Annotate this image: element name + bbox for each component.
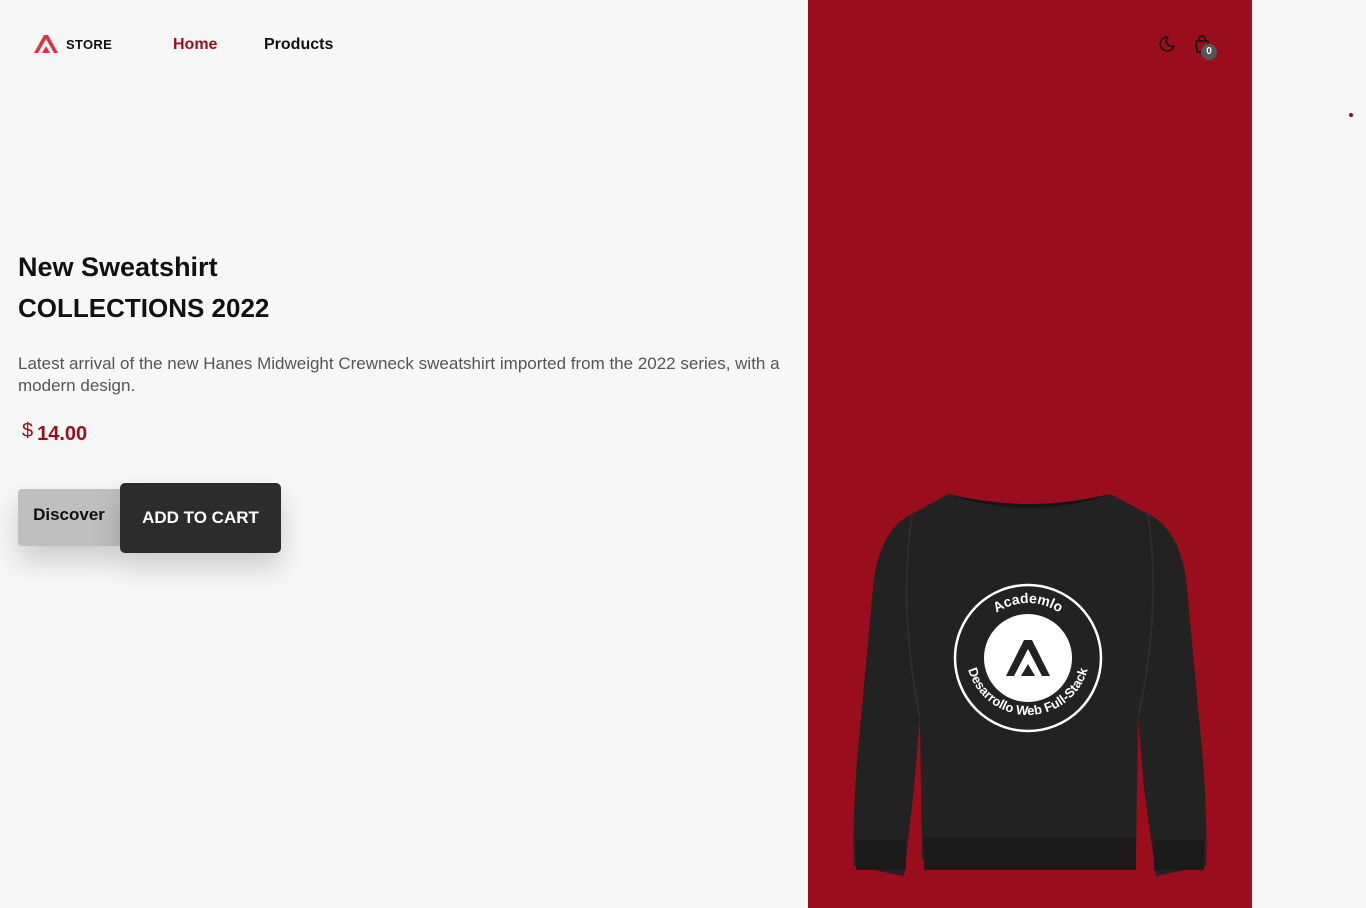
sweatshirt-image: Academlo Desarrollo Web Full-Stack [853, 494, 1207, 876]
hero-subtitle: COLLECTIONS 2022 [18, 293, 270, 323]
nav-home[interactable]: Home [173, 36, 217, 54]
price: $ 14.00 [22, 420, 87, 446]
moon-icon[interactable] [1158, 35, 1176, 53]
nav-products[interactable]: Products [264, 36, 333, 54]
store-logo[interactable]: STORE [33, 34, 112, 54]
cart-count-badge: 0 [1201, 44, 1217, 60]
price-value: 14.00 [37, 423, 88, 445]
add-to-cart-button[interactable]: ADD TO CART [120, 483, 281, 553]
discover-button[interactable]: Discover [18, 489, 120, 546]
hero-title: New Sweatshirt [18, 252, 218, 282]
logo-icon [34, 35, 58, 53]
scroll-indicator-dot [1349, 113, 1353, 117]
hero-description: Latest arrival of the new Hanes Midweigh… [18, 354, 780, 395]
price-currency-symbol: $ [22, 420, 34, 442]
logo-text: STORE [66, 36, 113, 52]
